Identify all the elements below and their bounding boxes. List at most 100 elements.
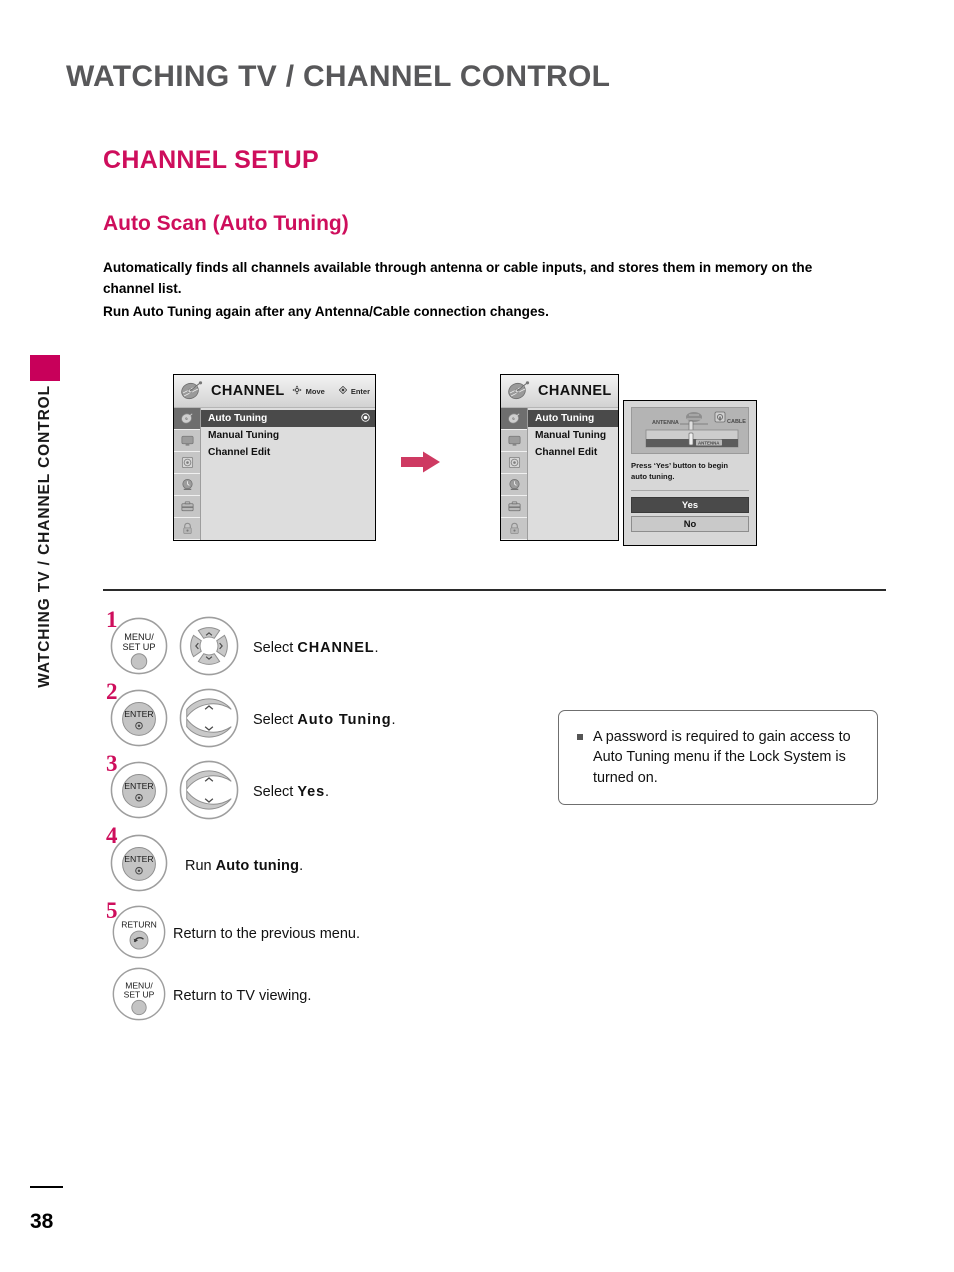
subsection-title: Auto Scan (Auto Tuning) [103,212,349,235]
antenna-cable-selector-icon: ANTENNA CABLE ANTENNA [631,407,749,454]
step-row: 3 ENTER Select Yes. [103,752,523,828]
tv-osd-title: CHANNEL [211,383,285,399]
dialog-no-button[interactable]: No [631,515,749,532]
step-text-suffix: . [299,857,304,874]
sidebar-icon-channel[interactable] [174,408,200,430]
chapter-title: WATCHING TV / CHANNEL CONTROL [66,60,611,93]
step-instruction: Run Auto tuning. [185,858,303,874]
step-number: 1 [106,607,118,632]
sidebar-icon-audio[interactable] [174,452,200,474]
tv-osd-title: CHANNEL [538,383,612,399]
sidebar-icon-time[interactable] [174,474,200,496]
step-row: 1 MENU/ SET UP Select CHANNEL. [103,608,523,684]
sidebar-icon-lock[interactable] [174,518,200,540]
side-rail-label-wrap: WATCHING TV / CHANNEL CONTROL [30,385,60,735]
tv-osd-iconbar [174,408,201,540]
tv-menu-item-label: Channel Edit [208,447,271,458]
tv-osd-menu-list: Auto Tuning Manual Tuning Channel Edit [201,408,375,540]
enter-button[interactable]: ENTER [110,761,168,824]
tv-osd-header: CHANNEL Move Enter [174,375,375,408]
tv-hint-enter-label: Enter [350,386,370,396]
step-number: 5 [106,898,118,923]
return-button[interactable]: RETURN [112,905,166,964]
dialog-yes-button[interactable]: Yes [631,496,749,513]
tv-menu-item-label: Manual Tuning [208,430,280,441]
tv-menu-screenshot-before: CHANNEL Move Enter Auto Tuning Manual Tu… [173,374,376,541]
dialog-message-line-1: Press ‘Yes’ button to begin [631,461,729,470]
tv-hint-move-label: Move [305,386,325,396]
enter-dot-icon [338,385,348,396]
note-box: A password is required to gain access to… [558,710,878,806]
tv-menu-item-label: Channel Edit [535,447,598,458]
dialog-message: Press ‘Yes’ button to begin auto tuning. [631,460,749,483]
svg-text:ANTENNA: ANTENNA [698,440,720,445]
tv-osd-hints: Move Enter [292,385,370,397]
step-list: 1 MENU/ SET UP Select CHANNEL. 2 ENTER S… [103,608,523,1027]
step-instruction: Select Auto Tuning. [253,712,396,728]
tv-osd-iconbar [501,408,528,540]
dialog-message-line-2: auto tuning. [631,472,675,482]
step-instruction: Select Yes. [253,784,329,800]
satellite-dish-icon [180,380,204,402]
tv-menu-item-label: Auto Tuning [208,413,268,424]
step-text-suffix: . [391,712,396,728]
tv-menu-item-channel-edit[interactable]: Channel Edit [201,444,375,461]
tv-menu-screenshot-after: CHANNEL Move Enter [500,374,619,541]
tv-menu-item-channel-edit[interactable]: Channel Edit [528,444,618,461]
menu-setup-button[interactable]: MENU/ SET UP [112,967,166,1026]
step-text-bold: Auto Tuning [297,712,392,728]
tv-menu-item-manual-tuning[interactable]: Manual Tuning [528,427,618,444]
step-button-slot: MENU/ SET UP [103,967,175,1026]
section-title: CHANNEL SETUP [103,146,319,174]
up-down-navigation-pad[interactable] [179,688,239,753]
svg-text:CABLE: CABLE [727,419,746,425]
menu-setup-button[interactable]: MENU/ SET UP [110,617,168,680]
note-item: A password is required to gain access to… [575,727,859,788]
sidebar-icon-audio[interactable] [501,452,527,474]
step-text-bold: Yes [297,784,326,800]
step-text-prefix: Run [185,857,216,874]
tv-osd-menu-list: Auto Tuning Manual Tuning Channel Edit [528,408,618,540]
auto-tuning-dialog: ANTENNA CABLE ANTENNA Press ‘Yes’ button… [623,400,757,546]
intro-line-1: Automatically finds all channels availab… [103,260,813,275]
tv-osd-body: Auto Tuning Manual Tuning Channel Edit [174,408,375,540]
tv-menu-item-label: Manual Tuning [535,430,607,441]
dialog-divider [631,489,749,491]
step-text-suffix: . [374,640,379,656]
step-row: 4 ENTER Run Auto tuning. [103,824,523,903]
tv-osd-body: Auto Tuning Manual Tuning Channel Edit [501,408,618,540]
step-row: 2 ENTER Select Auto Tuning. [103,680,523,756]
svg-text:MENU/: MENU/ [124,632,154,642]
side-rail: WATCHING TV / CHANNEL CONTROL [30,355,60,735]
tv-osd-header: CHANNEL Move Enter [501,375,618,408]
sidebar-icon-time[interactable] [501,474,527,496]
svg-text:ENTER: ENTER [124,781,153,791]
up-down-navigation-pad[interactable] [179,760,239,825]
step-text-prefix: Select [253,640,298,656]
step-text-prefix: Select [253,712,298,728]
right-arrow-icon [401,450,441,474]
enter-button[interactable]: ENTER [110,834,168,897]
sidebar-icon-lock[interactable] [501,518,527,540]
tv-menu-item-label: Auto Tuning [535,413,595,424]
sidebar-icon-picture[interactable] [501,430,527,452]
page-number: 38 [30,1210,54,1233]
tv-menu-item-manual-tuning[interactable]: Manual Tuning [201,427,375,444]
svg-text:ANTENNA: ANTENNA [652,420,679,426]
enter-button[interactable]: ENTER [110,689,168,752]
tv-menu-item-auto-tuning[interactable]: Auto Tuning [201,410,375,427]
sidebar-icon-channel[interactable] [501,408,527,430]
page-footer: 38 [30,1186,150,1234]
section-divider-rule [103,589,886,591]
step-row: 5 RETURN Return to the previous menu. [103,899,523,965]
sidebar-icon-option[interactable] [174,496,200,518]
step-text-bold: Auto tuning [215,857,300,874]
dpad-move-icon [292,385,302,397]
note-list: A password is required to gain access to… [575,727,859,788]
tv-osd-shell: CHANNEL Move Enter [500,374,619,541]
sidebar-icon-option[interactable] [501,496,527,518]
sidebar-icon-picture[interactable] [174,430,200,452]
tv-menu-item-auto-tuning[interactable]: Auto Tuning [528,410,618,427]
four-way-navigation-pad[interactable] [179,616,239,681]
svg-text:ENTER: ENTER [124,854,153,864]
